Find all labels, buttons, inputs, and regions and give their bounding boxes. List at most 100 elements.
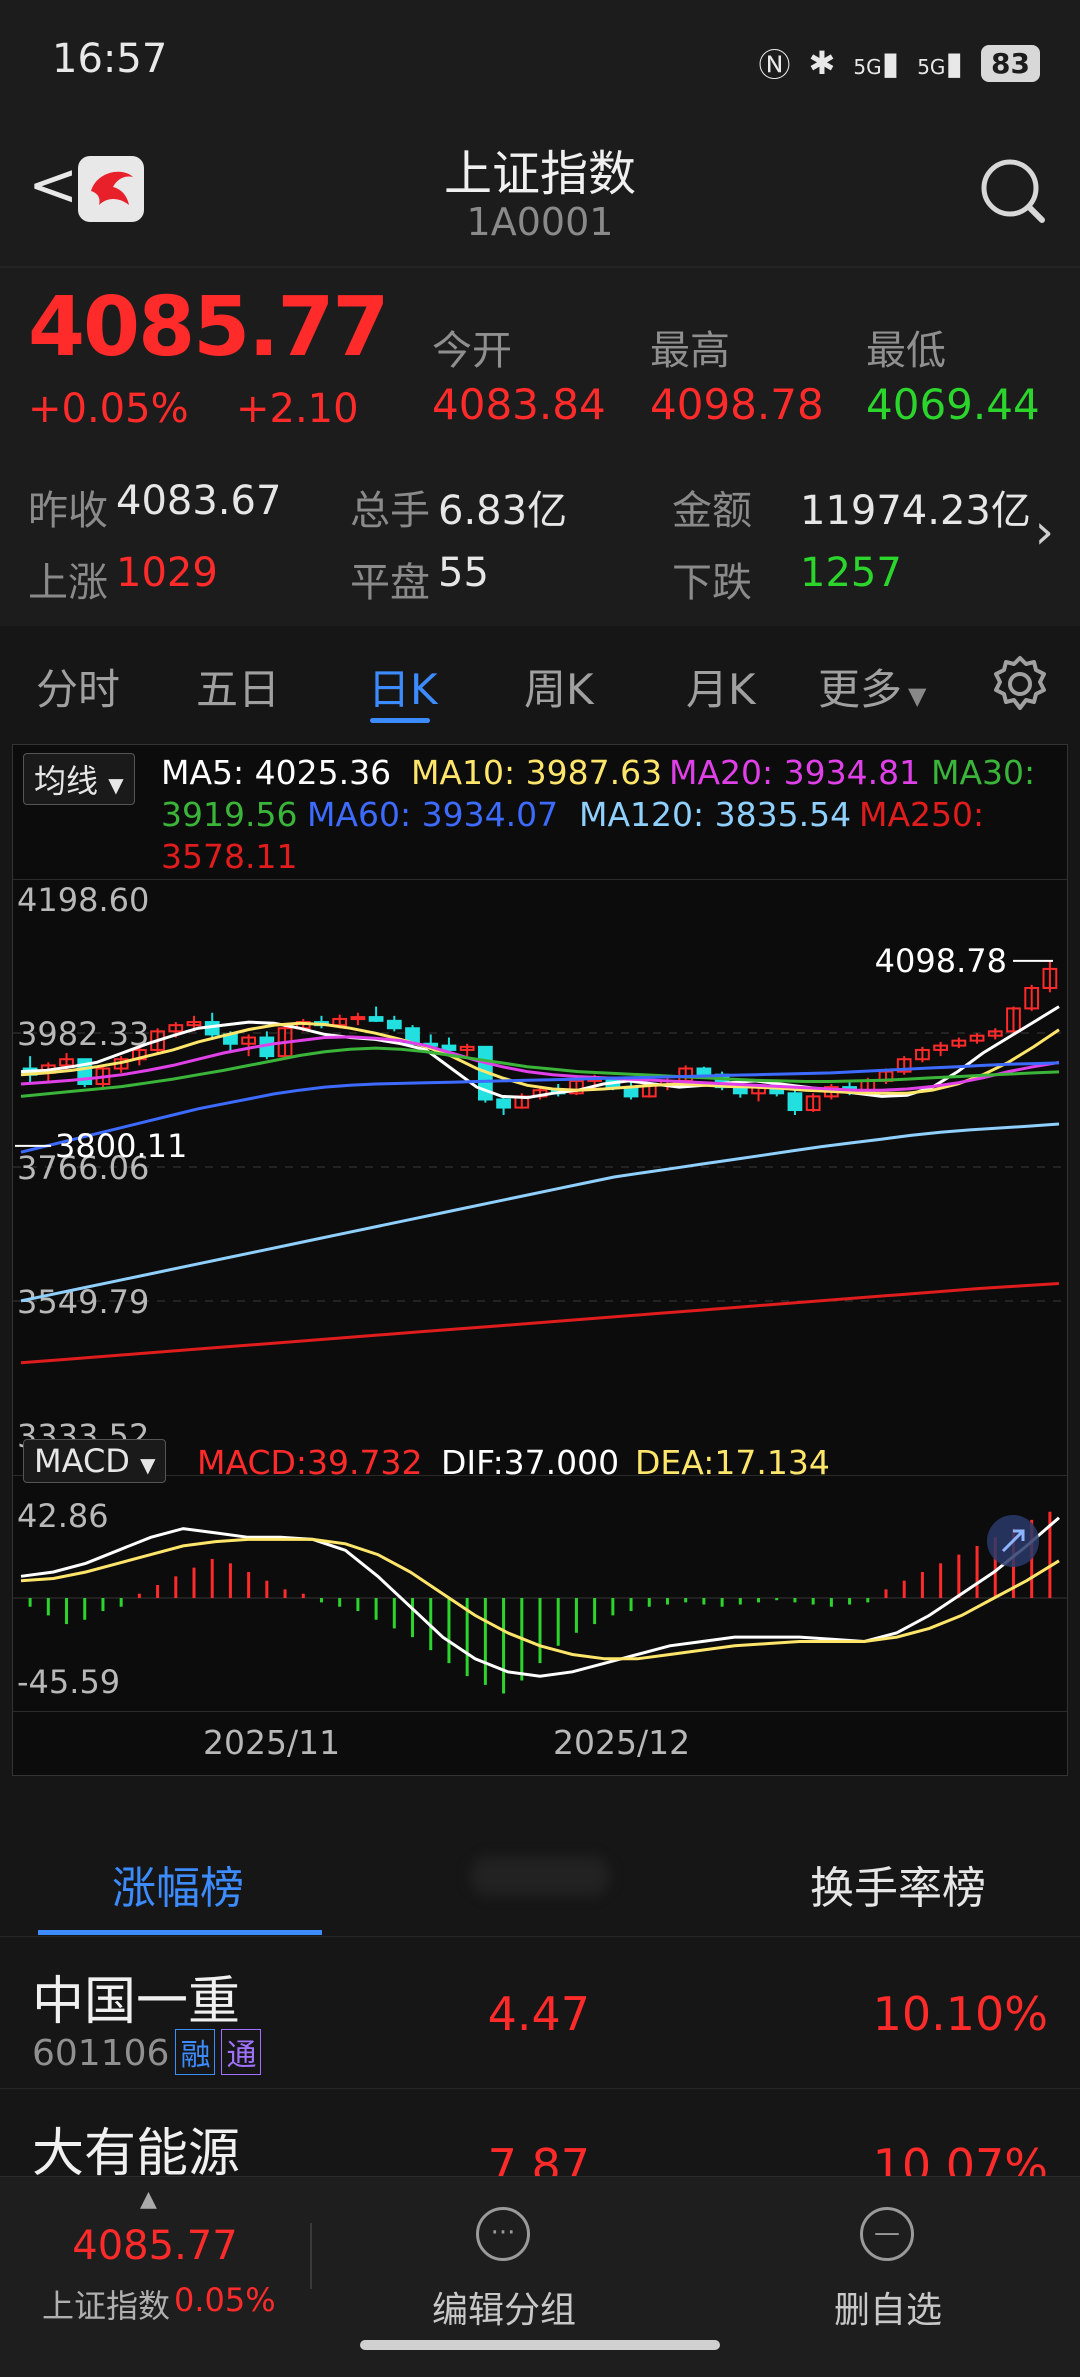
- candle: [1024, 984, 1040, 1011]
- kline-chart-panel[interactable]: 均线 ▼ MA5: 4025.36 MA10: 3987.63 MA20: 39…: [12, 744, 1068, 1776]
- signal-icon: 5G▮: [853, 44, 900, 82]
- tab-top-gainers[interactable]: 涨幅榜: [112, 1852, 244, 1916]
- candle: [805, 1093, 821, 1112]
- search-icon[interactable]: [978, 156, 1048, 226]
- expand-icon[interactable]: [987, 1515, 1039, 1567]
- status-time: 16:57: [52, 36, 168, 82]
- caret-down-icon: ▼: [908, 682, 927, 710]
- candle: [241, 1034, 257, 1057]
- caret-down-icon: ▼: [140, 1453, 156, 1477]
- bottom-change: 0.05%: [174, 2281, 276, 2319]
- stock-name: 大有能源: [32, 2124, 241, 2184]
- x-label-nov: 2025/11: [203, 1723, 341, 1762]
- x-label-dec: 2025/12: [553, 1723, 691, 1762]
- stock-name: 中国一重: [32, 1972, 241, 2032]
- bottom-index-name: 上证指数: [42, 2287, 171, 2325]
- more-dots-icon[interactable]: ···: [476, 2207, 530, 2261]
- ma120-legend: MA120: 3835.54: [579, 795, 852, 834]
- tab-indicator: [38, 1930, 322, 1935]
- macd-selector-label: MACD: [34, 1442, 130, 1480]
- dea-legend: DEA:17.134: [635, 1443, 830, 1482]
- low-marker-label: 3800.11: [55, 1127, 187, 1165]
- ma10-legend: MA10: 3987.63: [411, 753, 663, 792]
- advancers-value: 1029: [116, 550, 218, 596]
- candle: [386, 1015, 402, 1032]
- chevron-right-icon[interactable]: ›: [1035, 504, 1054, 560]
- volume-label: 总手: [350, 488, 430, 534]
- decliners-label: 下跌: [672, 560, 752, 606]
- high-label: 最高: [650, 328, 730, 374]
- stock-code-text: 601106: [32, 2033, 170, 2074]
- dif-legend: DIF:37.000: [441, 1443, 620, 1482]
- high-value: 4098.78: [650, 380, 824, 429]
- caret-down-icon: ▼: [108, 773, 124, 797]
- tab-more[interactable]: 更多 ▼: [818, 656, 926, 717]
- remove-watchlist-button[interactable]: 删自选: [738, 2281, 1038, 2333]
- stock-change: 10.10%: [872, 1987, 1048, 2041]
- divider: [310, 2223, 312, 2289]
- advancers-label: 上涨: [28, 560, 108, 606]
- current-price: 4085.77: [28, 280, 389, 375]
- ma250-value: 3578.11: [161, 837, 298, 876]
- ma5-legend: MA5: 4025.36: [161, 753, 392, 792]
- candle: [787, 1090, 803, 1115]
- tab-five-day[interactable]: 五日: [196, 656, 280, 717]
- battery-icon: 83: [981, 44, 1040, 82]
- flat-label: 平盘: [350, 560, 430, 606]
- tab-turnover[interactable]: 换手率榜: [810, 1852, 986, 1916]
- tab-intraday[interactable]: 分时: [36, 656, 120, 717]
- ma250-legend: MA250:: [859, 795, 985, 834]
- connect-badge: 通: [221, 2029, 262, 2075]
- tab-indicator: [370, 718, 430, 723]
- volume-value: 6.83亿: [438, 488, 568, 534]
- period-tabs: 分时 五日 日K 周K 月K 更多 ▼: [0, 626, 1080, 736]
- open-label: 今开: [432, 328, 512, 374]
- edit-group-button[interactable]: 编辑分组: [354, 2281, 654, 2333]
- bluetooth-icon: ✱: [808, 44, 836, 82]
- kline-plot[interactable]: 4198.603982.333766.063549.793333.524098.…: [13, 879, 1067, 1475]
- prev-close-label: 昨收: [28, 488, 108, 534]
- ma-selector[interactable]: 均线 ▼: [23, 753, 135, 805]
- quote-panel: 4085.77 +0.05% +2.10 今开 4083.84 最高 4098.…: [0, 266, 1080, 628]
- flat-value: 55: [438, 550, 489, 596]
- macd-y-label: 42.86: [17, 1497, 109, 1535]
- divider: [13, 1711, 1067, 1712]
- ma30-value: 3919.56: [161, 795, 298, 834]
- tab-weekly-k[interactable]: 周K: [524, 656, 594, 717]
- divider: [13, 879, 1067, 880]
- status-bar: 16:57 Ⓝ ✱ 5G▮ 5G▮ 83: [0, 0, 1080, 120]
- candle: [1042, 960, 1058, 993]
- tab-daily-k[interactable]: 日K: [368, 656, 438, 717]
- home-indicator: [360, 2340, 720, 2350]
- decliners-value: 1257: [800, 550, 902, 596]
- caret-up-icon[interactable]: ▲: [140, 2187, 157, 2212]
- candle: [314, 1015, 329, 1029]
- status-icons: Ⓝ ✱ 5G▮ 5G▮ 83: [759, 40, 1040, 86]
- change-amount: +2.10: [236, 386, 359, 432]
- low-label: 最低: [866, 328, 946, 374]
- amount-value: 11974.23亿: [800, 488, 1031, 534]
- blurred-tab[interactable]: [470, 1856, 610, 1896]
- bottom-price[interactable]: 4085.77: [0, 2223, 310, 2269]
- index-code: 1A0001: [466, 200, 614, 244]
- remove-icon[interactable]: —: [860, 2207, 914, 2261]
- candle: [896, 1056, 912, 1075]
- settings-gear-icon[interactable]: [988, 652, 1052, 716]
- prev-close-value: 4083.67: [116, 478, 282, 524]
- tab-monthly-k[interactable]: 月K: [686, 656, 756, 717]
- ma20-legend: MA20: 3934.81: [669, 753, 921, 792]
- stock-row[interactable]: 中国一重 601106 融通 4.47 10.10%: [0, 1936, 1080, 2089]
- tab-more-label: 更多: [818, 665, 903, 714]
- macd-selector[interactable]: MACD ▼: [23, 1439, 167, 1483]
- macd-y-label: -45.59: [17, 1663, 120, 1701]
- stock-price: 4.47: [487, 1987, 590, 2041]
- ma-selector-label: 均线: [34, 762, 99, 800]
- macd-plot[interactable]: 42.86 -45.59: [13, 1491, 1067, 1711]
- ma-line-ma5: [20, 1005, 1060, 1100]
- candle: [969, 1033, 985, 1044]
- candle: [368, 1006, 384, 1023]
- candle: [459, 1043, 475, 1057]
- change-percent: +0.05%: [28, 386, 189, 432]
- ranking-tabs: 涨幅榜 换手率榜: [0, 1812, 1080, 1936]
- margin-badge: 融: [175, 2029, 216, 2075]
